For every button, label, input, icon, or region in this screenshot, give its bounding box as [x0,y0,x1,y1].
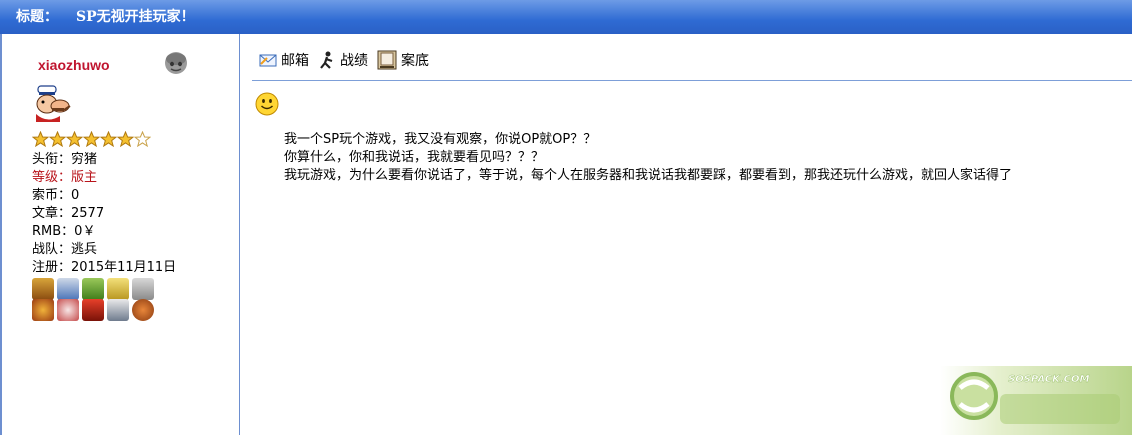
offline-user-icon [162,51,190,81]
info-row-coins: 索币：0 [32,188,80,203]
post-title: SP无视开挂玩家！ [76,9,195,25]
post-title-bar: 标题： SP无视开挂玩家！ [0,0,1132,34]
medal-8-icon [82,299,104,321]
watermark-text: SOSPACK.COM [1008,374,1089,385]
medal-7-icon [57,299,79,321]
mailbox-label: 邮箱 [281,53,309,69]
info-row-title: 头衔：穷猪 [32,152,98,167]
medal-4-icon [107,278,129,300]
rank-stars [31,130,152,148]
post-line: 你算什么，你和我说话，我就要看见吗？？？ [284,150,545,165]
medal-5-icon [132,278,154,300]
star-filled-icon [99,130,118,148]
title-label: 标题： [16,9,58,25]
post-line: 我一个SP玩个游戏，我又没有观察，你说OP就OP？？ [284,132,597,147]
mailbox-button[interactable]: 邮箱 [258,50,309,70]
star-filled-icon [82,130,101,148]
soldier-icon [317,50,337,70]
file-button[interactable]: 案底 [376,49,429,71]
record-button[interactable]: 战绩 [317,50,368,70]
post-toolbar: 邮箱 战绩 案底 [258,49,429,71]
medal-2-icon [57,278,79,300]
star-filled-icon [65,130,84,148]
medal-10-icon [132,299,154,321]
info-row-level: 等级：版主 [32,170,98,185]
medal-6-icon [32,299,54,321]
post-line: 我玩游戏，为什么要看你说话了，等于说，每个人在服务器和我说话我都要踩，都要看到，… [284,168,1013,183]
site-watermark-logo: SOSPACK.COM [940,366,1132,435]
star-filled-icon [31,130,50,148]
post-content: 我一个SP玩个游戏，我又没有观察，你说OP就OP？？ 你算什么，你和我说话，我就… [284,131,1012,185]
star-empty-icon [133,130,152,148]
mail-icon [258,50,278,70]
author-username[interactable]: xiaozhuwo [38,57,110,73]
medal-1-icon [32,278,54,300]
info-row-registered: 注册：2015年11月11日 [32,260,177,275]
author-info: 头衔：穷猪 等级：版主 索币：0 文章：2577 RMB：0￥ 战队：逃兵 注册… [32,151,176,277]
toolbar-divider [252,80,1132,81]
star-filled-icon [116,130,135,148]
medal-3-icon [82,278,104,300]
record-label: 战绩 [340,53,368,69]
info-row-posts: 文章：2577 [32,206,105,221]
smiley-icon [254,91,280,121]
file-icon [376,49,398,71]
star-filled-icon [48,130,67,148]
file-label: 案底 [401,53,429,69]
info-row-rmb: RMB：0￥ [32,224,96,239]
info-row-clan: 战队：逃兵 [32,242,98,257]
popeye-avatar-icon[interactable] [30,84,74,130]
medal-9-icon [107,299,129,321]
